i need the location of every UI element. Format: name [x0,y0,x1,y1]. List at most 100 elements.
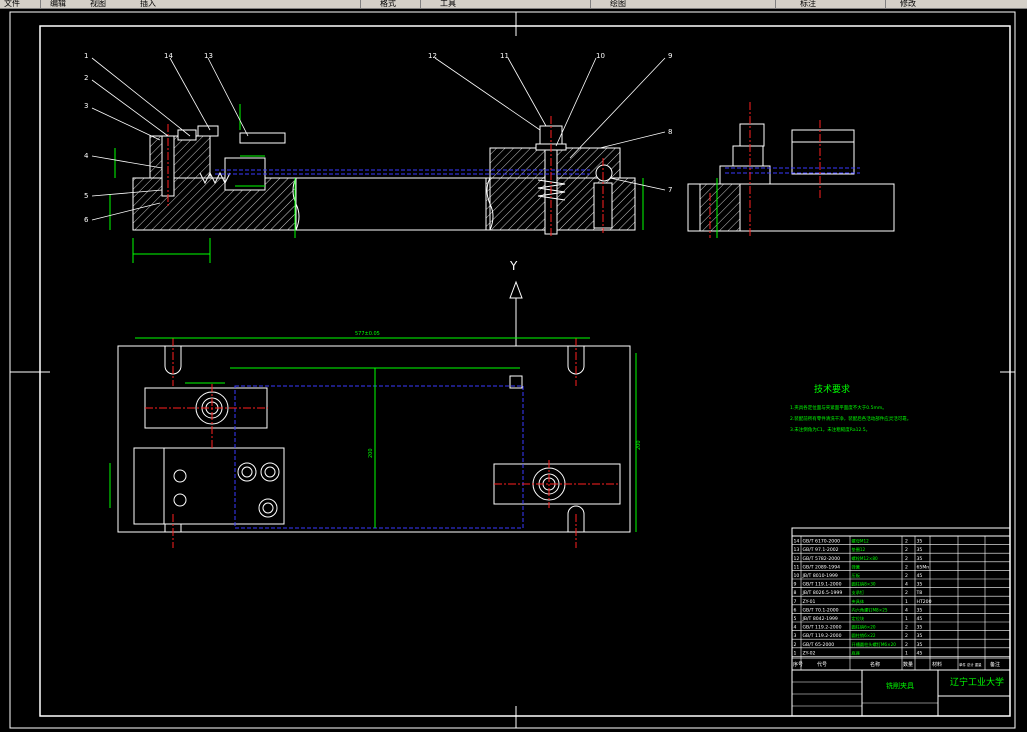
table-cell-mat: 45 [917,650,923,656]
table-cell-weight: 单件 总计 重量 [959,662,982,667]
side-view [687,102,895,238]
table-cell-no: 5 [794,616,797,622]
balloon-13: 13 [204,52,213,60]
toolbar-item-file[interactable]: 文件 [4,0,20,8]
table-cell-name: 垫圈12 [852,546,866,553]
toolbar-item-insert[interactable]: 插入 [140,0,156,8]
table-cell-no: 8 [794,590,797,596]
table-cell-no: 6 [794,607,797,613]
table-cell-mat: 35 [917,607,923,613]
toolbar-item-format[interactable]: 格式 [380,0,396,8]
table-cell-name: 弹簧 [852,563,860,570]
table-cell-qty: 1 [905,599,908,605]
table-cell-mat: 35 [917,633,923,639]
table-cell-name: 圆柱销6×20 [852,624,876,631]
table-cell-qty: 2 [905,564,908,570]
table-cell-code: GB/T 2089-1994 [803,564,841,570]
table-cell-qty: 2 [905,556,908,562]
toolbar-separator [360,0,361,8]
table-cell-name: 定位块 [852,615,865,622]
toolbar-separator [885,0,886,8]
balloon-7: 7 [668,186,672,194]
cad-drawing[interactable]: 1 2 3 4 5 6 7 8 9 10 11 12 13 14 Y 577±0… [0,8,1027,732]
balloon-9: 9 [668,52,672,60]
balloon-6: 6 [84,216,89,224]
table-cell-code: GB/T 5782-2000 [803,556,841,562]
toolbar-item-view[interactable]: 视图 [90,0,106,8]
balloon-8: 8 [668,128,672,136]
balloon-10: 10 [596,52,605,60]
table-cell-mat: 35 [917,625,923,631]
table-cell-name: 夹具体 [852,598,865,605]
table-cell-code: ZY-02 [803,650,816,656]
table-cell-mat: T8 [916,590,923,596]
view-label: Y [509,259,518,273]
table-cell-code: JB/T 8042-1999 [802,616,838,622]
balloon-12: 12 [428,52,437,60]
balloon-4: 4 [84,152,89,160]
table-cell-mat: HT200 [917,599,932,605]
table-cell-name: 开槽圆柱头螺钉M6×20 [852,641,897,648]
toolbar-item-dimension[interactable]: 标注 [800,0,816,8]
table-cell-qty: 2 [905,547,908,553]
table-cell-no: 13 [794,547,800,553]
table-cell-mat: 35 [917,582,923,588]
table-cell-code: ZY-01 [803,599,816,605]
table-cell-mat: 材料 [932,661,942,668]
table-cell-qty: 2 [905,625,908,631]
drawing-name: 铣削夹具 [886,681,914,690]
table-cell-qty: 2 [905,590,908,596]
table-cell-mat: 35 [917,547,923,553]
table-cell-code: GB/T 65-2000 [803,642,835,648]
toolbar-item-edit[interactable]: 编辑 [50,0,66,8]
drawing-canvas[interactable]: 1 2 3 4 5 6 7 8 9 10 11 12 13 14 Y 577±0… [0,8,1027,732]
dim-width: 200 [636,440,642,450]
table-cell-qty: 2 [905,633,908,639]
table-cell-no: 2 [794,642,797,648]
toolbar-separator [775,0,776,8]
table-cell-qty: 4 [905,607,908,613]
table-cell-name: 螺母M12 [852,538,870,545]
table-cell-no: 7 [794,599,797,605]
table-cell-name: 支承钉 [852,589,865,596]
toolbar-item-modify[interactable]: 修改 [900,0,916,8]
table-cell-mat: 45 [917,573,923,579]
tech-requirement-item: 1.夹具各定位面与夹紧面平面度不大于0.5mm。 [790,404,887,411]
table-cell-no: 序号 [793,661,803,668]
table-cell-qty: 2 [905,573,908,579]
table-cell-mat: 45 [917,616,923,622]
table-cell-name: 内六角螺钉M8×25 [852,606,888,613]
balloon-14: 14 [164,52,173,60]
table-cell-code: GB/T 119.2-2000 [803,625,842,631]
balloon-3: 3 [84,102,88,110]
table-cell-code: GB/T 119.1-2000 [803,582,842,588]
toolbar-item-draw[interactable]: 绘图 [610,0,626,8]
table-cell-mat: 35 [917,642,923,648]
table-cell-name: 螺栓M12×80 [852,555,878,562]
top-view [109,337,637,548]
table-cell-name: 底座 [852,649,860,656]
table-cell-no: 11 [794,564,800,570]
toolbar-separator [40,0,41,8]
table-cell-no: 14 [794,539,800,545]
table-cell-name: 压板 [852,572,861,579]
tech-requirements: 技术要求 1.夹具各定位面与夹紧面平面度不大于0.5mm。 2.装配前所有零件清… [790,383,911,433]
table-cell-name: 名称 [870,661,880,668]
table-cell-qty: 2 [905,539,908,545]
balloon-1: 1 [84,52,88,60]
table-cell-code: GB/T 70.1-2000 [803,607,839,613]
table-cell-mat: 35 [917,556,923,562]
table-cell-qty: 4 [905,582,908,588]
balloon-11: 11 [500,52,509,60]
title-block: 铣削夹具 辽宁工业大学 [792,669,1010,716]
toolbar-separator [420,0,421,8]
table-cell-no: 1 [794,650,797,656]
toolbar-item-tools[interactable]: 工具 [440,0,456,8]
table-cell-remark: 备注 [990,661,1000,668]
table-cell-qty: 2 [905,642,908,648]
tech-requirements-title: 技术要求 [814,383,850,395]
table-cell-no: 9 [794,582,797,588]
table-cell-no: 3 [794,633,797,639]
dim-overall-length: 577±0.05 [355,331,380,337]
tech-requirement-item: 2.装配前所有零件清洗干净，装配后各活动部件应灵活可靠。 [790,415,911,422]
